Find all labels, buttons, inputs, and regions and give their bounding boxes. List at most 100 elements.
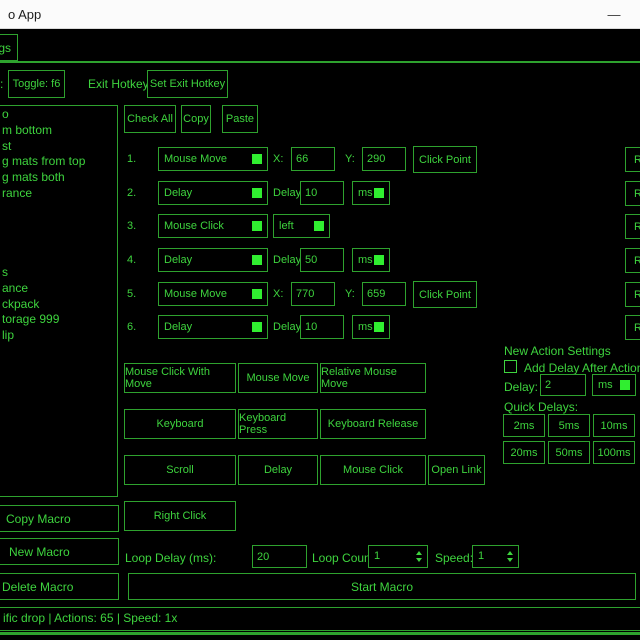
spinner-up-icon[interactable] (416, 551, 422, 555)
delay-input[interactable] (300, 248, 344, 272)
remove-button[interactable]: R (625, 282, 640, 307)
macro-list-item[interactable] (0, 202, 117, 218)
add-mouse-move-button[interactable]: Mouse Move (238, 363, 318, 393)
remove-button[interactable]: R (625, 147, 640, 172)
add-right-click-button[interactable]: Right Click (124, 501, 236, 531)
macro-list-item[interactable] (0, 233, 117, 249)
paste-button[interactable]: Paste (222, 105, 258, 133)
y-input[interactable] (362, 147, 406, 171)
remove-button[interactable]: R (625, 315, 640, 340)
click-point-button[interactable]: Click Point (413, 281, 477, 308)
action-type-dropdown[interactable]: Mouse Move (158, 147, 268, 171)
add-scroll-button[interactable]: Scroll (124, 455, 236, 485)
quick-delay-5ms-button[interactable]: 5ms (548, 414, 590, 437)
macro-list-item[interactable]: rance (0, 186, 117, 202)
macro-list-item[interactable]: st (0, 139, 117, 155)
macro-list-item[interactable] (0, 218, 117, 234)
new-action-unit-dropdown[interactable]: ms (592, 374, 636, 396)
delay-input[interactable] (300, 315, 344, 339)
action-row: 2. Delay Delay: ms R (122, 180, 640, 207)
add-open-link-button[interactable]: Open Link (428, 455, 485, 485)
spinner-down-icon[interactable] (507, 558, 513, 562)
action-type-dropdown[interactable]: Mouse Click (158, 214, 268, 238)
set-exit-hotkey-button[interactable]: Set Exit Hotkey (147, 70, 228, 98)
remove-button[interactable]: R (625, 181, 640, 206)
dropdown-indicator-icon (374, 255, 384, 265)
action-type-dropdown[interactable]: Delay (158, 315, 268, 339)
copy-macro-button[interactable]: Copy Macro (0, 505, 119, 532)
macro-list-item[interactable]: ance (0, 281, 117, 297)
toggle-hotkey-button[interactable]: Toggle: f6 (8, 70, 65, 98)
macro-list-item[interactable]: ckpack (0, 297, 117, 313)
macro-list-item[interactable]: m bottom (0, 123, 117, 139)
unit-dropdown[interactable]: ms (352, 315, 390, 339)
quick-delay-2ms-button[interactable]: 2ms (503, 414, 545, 437)
macro-list-item[interactable]: torage 999 (0, 312, 117, 328)
delay-input[interactable] (300, 181, 344, 205)
y-input[interactable] (362, 282, 406, 306)
delete-macro-button[interactable]: Delete Macro (0, 573, 119, 600)
quick-delay-20ms-button[interactable]: 20ms (503, 441, 545, 464)
spinner-down-icon[interactable] (416, 558, 422, 562)
copy-button[interactable]: Copy (181, 105, 211, 133)
window-bottom-border (0, 632, 640, 635)
start-macro-button[interactable]: Start Macro (128, 573, 636, 600)
unit-dropdown[interactable]: ms (352, 181, 390, 205)
macro-list-item[interactable] (0, 249, 117, 265)
tabstrip-divider (0, 61, 640, 63)
minimize-button[interactable]: — (598, 1, 630, 27)
mouse-button-value: left (279, 220, 294, 232)
macro-list-item[interactable]: lip (0, 328, 117, 344)
add-mouse-click-button[interactable]: Mouse Click (320, 455, 426, 485)
add-relative-mouse-move-button[interactable]: Relative Mouse Move (320, 363, 426, 393)
check-all-button[interactable]: Check All (124, 105, 176, 133)
add-delay-after-action-checkbox[interactable] (504, 360, 517, 373)
dropdown-indicator-icon (620, 380, 630, 390)
x-label: X: (273, 153, 283, 165)
title-bar: o App — (0, 0, 640, 29)
x-input[interactable] (291, 147, 335, 171)
quick-delays-label: Quick Delays: (504, 400, 578, 414)
x-input[interactable] (291, 282, 335, 306)
action-index: 3. (127, 220, 136, 232)
speed-stepper[interactable]: 1 (472, 545, 519, 568)
click-point-button[interactable]: Click Point (413, 146, 477, 173)
action-type-dropdown[interactable]: Mouse Move (158, 282, 268, 306)
unit-value: ms (358, 254, 373, 266)
unit-value: ms (358, 321, 373, 333)
remove-button[interactable]: R (625, 214, 640, 239)
action-type-value: Delay (164, 187, 192, 199)
unit-dropdown[interactable]: ms (352, 248, 390, 272)
add-delay-button[interactable]: Delay (238, 455, 318, 485)
action-type-dropdown[interactable]: Delay (158, 248, 268, 272)
spinner-up-icon[interactable] (507, 551, 513, 555)
new-action-delay-label: Delay: (504, 380, 538, 394)
macro-list-item[interactable]: o (0, 107, 117, 123)
mouse-button-dropdown[interactable]: left (273, 214, 330, 238)
action-index: 4. (127, 254, 136, 266)
action-index: 1. (127, 153, 136, 165)
dropdown-indicator-icon (252, 154, 262, 164)
action-index: 2. (127, 187, 136, 199)
loop-count-stepper[interactable]: 1 (368, 545, 428, 568)
macro-list-item[interactable]: s (0, 265, 117, 281)
add-keyboard-release-button[interactable]: Keyboard Release (320, 409, 426, 439)
loop-delay-input[interactable] (252, 545, 307, 568)
tab-settings-partial[interactable]: gs (0, 34, 18, 61)
macro-list-item[interactable]: g mats both (0, 170, 117, 186)
macro-list-item[interactable]: g mats from top (0, 154, 117, 170)
new-macro-button[interactable]: New Macro (0, 538, 119, 565)
dropdown-indicator-icon (374, 322, 384, 332)
quick-delay-100ms-button[interactable]: 100ms (593, 441, 635, 464)
remove-button[interactable]: R (625, 248, 640, 273)
dropdown-indicator-icon (374, 188, 384, 198)
add-mouse-click-with-move-button[interactable]: Mouse Click With Move (124, 363, 236, 393)
add-keyboard-press-button[interactable]: Keyboard Press (238, 409, 318, 439)
action-type-value: Mouse Click (164, 220, 224, 232)
action-type-dropdown[interactable]: Delay (158, 181, 268, 205)
new-action-delay-input[interactable] (540, 374, 586, 396)
status-text: ific drop | Actions: 65 | Speed: 1x (3, 611, 177, 625)
add-keyboard-button[interactable]: Keyboard (124, 409, 236, 439)
quick-delay-50ms-button[interactable]: 50ms (548, 441, 590, 464)
quick-delay-10ms-button[interactable]: 10ms (593, 414, 635, 437)
